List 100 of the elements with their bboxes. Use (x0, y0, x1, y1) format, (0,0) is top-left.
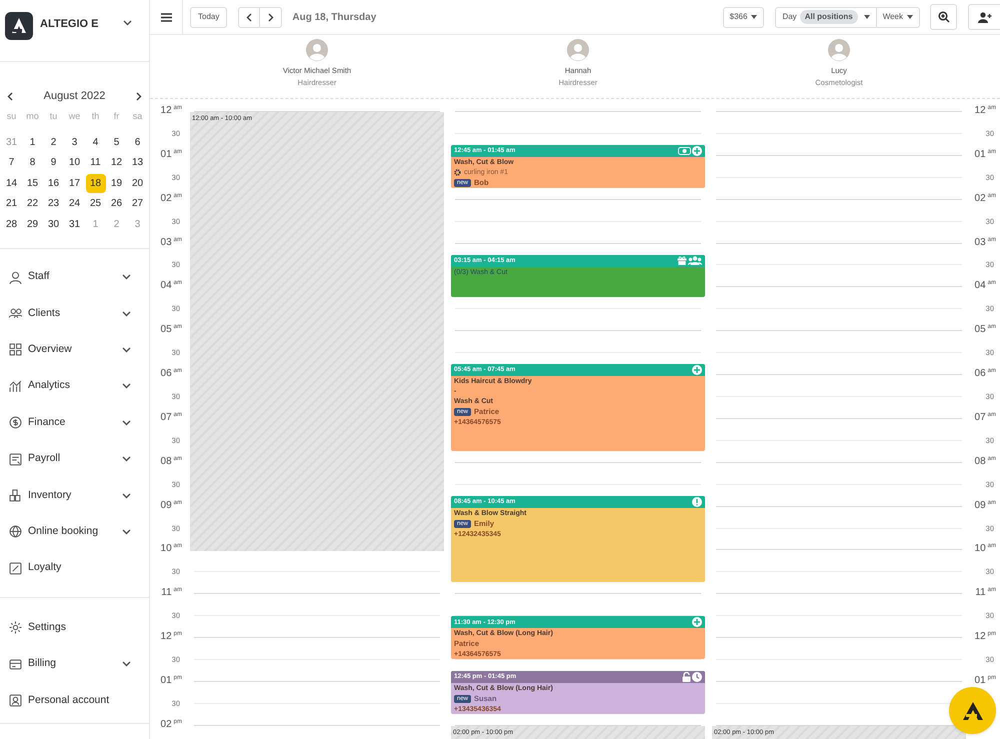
calendar-day[interactable]: 17 (64, 174, 84, 193)
calendar-day[interactable]: 4 (86, 132, 106, 152)
time-label: 12$^{am}$ (160, 106, 182, 116)
nav-item[interactable]: Clients (0, 295, 149, 332)
calendar-day[interactable]: 7 (2, 153, 22, 172)
menu-icon[interactable] (160, 12, 172, 22)
calendar-day[interactable]: 6 (128, 132, 148, 152)
weekday-label: mo (25, 110, 40, 124)
calendar-day[interactable]: 19 (106, 174, 126, 193)
calendar-day[interactable]: 8 (22, 153, 42, 172)
logo-icon (5, 12, 33, 40)
coin-icon (9, 416, 22, 430)
current-date: Aug 18, Thursday (292, 10, 376, 24)
time-label: 01$^{am}$ (160, 150, 182, 160)
nav-item[interactable]: Billing (0, 646, 149, 682)
account-icon (9, 694, 22, 707)
nav-item[interactable]: Payroll (0, 440, 149, 478)
time-label: 11$^{am}$ (975, 588, 996, 598)
calendar-day[interactable]: 28 (2, 214, 22, 234)
range-dropdown[interactable]: Week (876, 11, 919, 23)
clock-icon (692, 672, 702, 682)
boxes-icon (9, 489, 22, 502)
plus-icon (692, 365, 702, 376)
calendar-day[interactable]: 3 (64, 132, 84, 152)
calendar-day[interactable]: 24 (64, 194, 84, 214)
weekday-label: tu (48, 110, 58, 124)
calendar-day[interactable]: 20 (128, 174, 148, 193)
calendar-day[interactable]: 29 (22, 214, 42, 234)
time-label: 06$^{am}$ (974, 369, 996, 380)
nav-item[interactable]: Overview (0, 332, 149, 368)
calendar-day[interactable]: 16 (44, 174, 64, 193)
time-label: 12$^{pm}$ (974, 632, 996, 642)
info-icon (692, 496, 702, 507)
chevron-left-icon[interactable] (7, 92, 13, 100)
time-label: 01$^{pm}$ (160, 676, 182, 686)
nav-item[interactable]: Personal account (0, 682, 149, 719)
nav-item[interactable]: Online booking (0, 514, 149, 550)
people-icon (9, 307, 22, 320)
weekday-label: th (90, 110, 100, 124)
nav-item[interactable]: Staff (0, 259, 149, 296)
calendar-day[interactable]: 25 (86, 194, 106, 214)
time-label: 03$^{am}$ (160, 238, 182, 248)
nav-item[interactable]: Loyalty (0, 550, 149, 587)
time-label: 03$^{am}$ (974, 238, 996, 248)
globe-icon (9, 525, 22, 538)
calendar-day[interactable]: 13 (128, 153, 148, 172)
percent-icon (9, 562, 22, 575)
chevron-left-icon (246, 12, 252, 22)
nav-item[interactable]: Finance (0, 404, 149, 441)
calendar-day[interactable]: 21 (2, 194, 22, 214)
settings-icon (9, 621, 22, 634)
calendar-day[interactable]: 15 (22, 174, 42, 193)
add-user-icon (978, 12, 992, 22)
weekday-label: fr (112, 110, 120, 124)
plus-icon (692, 617, 702, 628)
weekday-label: su (6, 110, 18, 124)
nav-item[interactable]: Inventory (0, 477, 149, 514)
calendar-day[interactable]: 27 (128, 194, 148, 214)
calendar-day[interactable]: 18 (86, 174, 106, 193)
calendar-day[interactable]: 2 (44, 132, 64, 152)
calendar-day[interactable]: 31 (64, 214, 84, 234)
today-button[interactable]: Today (190, 6, 228, 28)
time-label: 02$^{am}$ (974, 194, 996, 204)
add-staff-button[interactable] (968, 4, 1000, 30)
calendar-day[interactable]: 10 (64, 153, 84, 172)
chart-icon (9, 380, 22, 393)
calendar-day[interactable]: 11 (86, 153, 106, 172)
chevron-right-icon[interactable] (136, 92, 142, 100)
calendar-day[interactable]: 30 (44, 214, 64, 234)
plus-icon (692, 146, 702, 156)
calendar-day[interactable]: 26 (106, 194, 126, 214)
time-label: 04$^{am}$ (160, 281, 182, 292)
nav-item[interactable]: Analytics (0, 368, 149, 405)
cash-icon (678, 146, 691, 155)
calendar-day[interactable]: 12 (106, 153, 126, 172)
time-label: 08$^{am}$ (974, 456, 996, 467)
revenue-dropdown[interactable]: $366 (722, 6, 764, 28)
time-label: 05$^{am}$ (974, 325, 996, 336)
calendar-day[interactable]: 1 (22, 132, 42, 152)
weekday-label: we (68, 110, 82, 124)
time-label: 12$^{pm}$ (160, 632, 182, 642)
view-label: Day (781, 11, 797, 23)
calendar-day[interactable]: 23 (44, 194, 64, 214)
time-label: 10$^{am}$ (160, 544, 182, 554)
group-icon (688, 256, 702, 266)
calendar-day[interactable]: 9 (44, 153, 64, 172)
time-label: 01$^{am}$ (974, 150, 996, 160)
document-icon (9, 452, 22, 466)
calendar-day[interactable]: 5 (106, 132, 126, 152)
help-button[interactable] (949, 687, 996, 734)
calendar-day[interactable]: 22 (22, 194, 42, 214)
calendar-day[interactable]: 14 (2, 174, 22, 193)
month-title: August 2022 (44, 88, 106, 104)
time-label: 01$^{pm}$ (974, 676, 996, 686)
nav-item[interactable]: Settings (0, 610, 149, 646)
weekday-label: sa (132, 110, 144, 124)
person-icon (9, 270, 22, 284)
logo-icon (962, 702, 982, 720)
chevron-down-icon[interactable] (123, 20, 132, 26)
zoom-button[interactable] (930, 4, 957, 30)
